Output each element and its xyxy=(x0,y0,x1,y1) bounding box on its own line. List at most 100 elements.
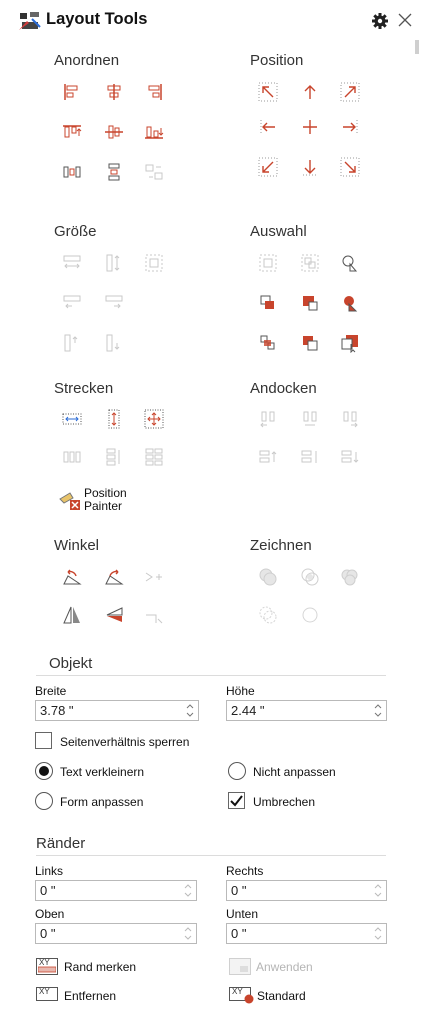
resize-shape-radio[interactable] xyxy=(35,792,53,810)
rotate-left-icon[interactable] xyxy=(62,567,82,587)
position-bottom-left-icon[interactable] xyxy=(258,157,278,177)
height-label: Höhe xyxy=(226,684,255,698)
width-decrease-icon xyxy=(62,293,82,313)
align-left-icon[interactable] xyxy=(62,82,82,102)
stretch-vertical-icon[interactable] xyxy=(104,409,124,429)
angle-join-icon xyxy=(144,567,164,587)
margin-bottom-input[interactable]: 0 " xyxy=(226,923,387,944)
section-arrange-label: Anordnen xyxy=(54,52,120,69)
position-painter-button[interactable]: Position Painter xyxy=(58,486,148,516)
select-color-icon[interactable] xyxy=(340,293,360,313)
margin-right-label: Rechts xyxy=(226,864,264,878)
remove-margins-button[interactable]: XY Entfernen xyxy=(36,986,146,1006)
apply-margins-icon xyxy=(229,958,251,975)
select-front-icon[interactable] xyxy=(300,333,320,353)
width-spinner-icon[interactable] xyxy=(185,701,195,720)
lock-aspect-checkbox[interactable] xyxy=(35,732,52,749)
align-middle-icon[interactable] xyxy=(104,122,124,142)
section-angle-label: Winkel xyxy=(54,537,100,554)
margin-right-spinner-icon[interactable] xyxy=(373,881,383,900)
default-margins-button[interactable]: XY Standard xyxy=(229,986,339,1006)
align-right-icon[interactable] xyxy=(144,82,164,102)
shrink-text-label: Text verkleinern xyxy=(60,765,145,779)
merge-shapes-icon xyxy=(258,567,278,587)
same-width-icon xyxy=(62,253,82,273)
select-cursor-icon[interactable] xyxy=(340,333,360,353)
position-top-right-icon[interactable] xyxy=(340,82,360,102)
position-left-icon[interactable] xyxy=(258,117,278,137)
do-not-autofit-label: Nicht anpassen xyxy=(253,765,336,779)
stretch-both-icon[interactable] xyxy=(144,409,164,429)
remember-margins-label: Rand merken xyxy=(64,960,137,974)
margin-right-input[interactable]: 0 " xyxy=(226,880,387,901)
position-bottom-right-icon[interactable] xyxy=(340,157,360,177)
rotate-right-icon[interactable] xyxy=(104,567,124,587)
position-top-left-icon[interactable] xyxy=(258,82,278,102)
margin-left-label: Links xyxy=(35,864,64,878)
select-larger-icon[interactable] xyxy=(300,293,320,313)
align-bottom-icon[interactable] xyxy=(144,122,164,142)
dock-left-icon xyxy=(258,409,278,429)
select-group-icon[interactable] xyxy=(258,333,278,353)
position-painter-icon xyxy=(58,490,82,512)
close-icon[interactable] xyxy=(397,12,413,28)
intersect-shapes-icon xyxy=(300,567,320,587)
flip-horizontal-icon[interactable] xyxy=(62,605,82,625)
height-increase-icon xyxy=(62,333,82,353)
distribute-vertical-icon[interactable] xyxy=(104,162,124,182)
margin-bottom-spinner-icon[interactable] xyxy=(373,924,383,943)
stretch-spacing-icon xyxy=(62,447,82,467)
remove-margins-icon: XY xyxy=(36,987,58,1001)
height-input[interactable]: 2.44 " xyxy=(226,700,387,721)
distribute-horizontal-icon[interactable] xyxy=(62,162,82,182)
panel-title: Layout Tools xyxy=(46,10,148,28)
lock-aspect-label: Seitenverhältnis sperren xyxy=(60,735,190,749)
section-position-label: Position xyxy=(250,52,304,69)
select-same-icon[interactable] xyxy=(258,293,278,313)
combine-shapes-icon xyxy=(340,567,360,587)
dock-top-icon xyxy=(258,447,278,467)
margin-left-spinner-icon[interactable] xyxy=(183,881,193,900)
remember-margins-button[interactable]: XY Rand merken xyxy=(36,957,166,977)
position-center-icon[interactable] xyxy=(300,117,320,137)
scrollbar[interactable] xyxy=(415,40,419,54)
select-shapes-icon[interactable] xyxy=(340,253,360,273)
margin-top-value: 0 " xyxy=(40,926,56,941)
margin-bottom-label: Unten xyxy=(226,907,259,921)
margin-top-input[interactable]: 0 " xyxy=(35,923,197,944)
angle-measure-icon xyxy=(144,605,164,625)
margin-right-value: 0 " xyxy=(231,883,247,898)
app-logo-icon xyxy=(18,10,42,32)
height-value: 2.44 " xyxy=(231,703,265,718)
section-stretch-label: Strecken xyxy=(54,380,114,397)
align-top-icon[interactable] xyxy=(62,122,82,142)
margin-top-spinner-icon[interactable] xyxy=(183,924,193,943)
same-height-icon xyxy=(104,253,124,273)
position-painter-label-2: Painter xyxy=(84,499,123,513)
stretch-horizontal-icon[interactable] xyxy=(62,409,82,429)
position-right-icon[interactable] xyxy=(340,117,360,137)
margin-bottom-value: 0 " xyxy=(231,926,247,941)
position-top-icon[interactable] xyxy=(300,82,320,102)
margin-left-input[interactable]: 0 " xyxy=(35,880,197,901)
margin-left-value: 0 " xyxy=(40,883,56,898)
select-within-icon xyxy=(258,253,278,273)
shrink-text-radio[interactable] xyxy=(35,762,53,780)
gear-icon[interactable] xyxy=(371,12,389,30)
wrap-text-checkbox[interactable] xyxy=(228,792,245,809)
wrap-text-label: Umbrechen xyxy=(253,795,316,809)
do-not-autofit-radio[interactable] xyxy=(228,762,246,780)
position-bottom-icon[interactable] xyxy=(300,157,320,177)
width-input[interactable]: 3.78 " xyxy=(35,700,199,721)
dock-bottom-icon xyxy=(340,447,360,467)
align-center-icon[interactable] xyxy=(104,82,124,102)
section-size-label: Größe xyxy=(54,223,97,240)
height-spinner-icon[interactable] xyxy=(373,701,383,720)
flip-vertical-icon[interactable] xyxy=(104,605,124,625)
width-label: Breite xyxy=(35,684,67,698)
section-draw-label: Zeichnen xyxy=(250,537,312,554)
width-value: 3.78 " xyxy=(40,703,74,718)
stretch-grid-icon xyxy=(144,447,164,467)
margins-section-label: Ränder xyxy=(36,835,86,852)
section-selection-label: Auswahl xyxy=(250,223,307,240)
